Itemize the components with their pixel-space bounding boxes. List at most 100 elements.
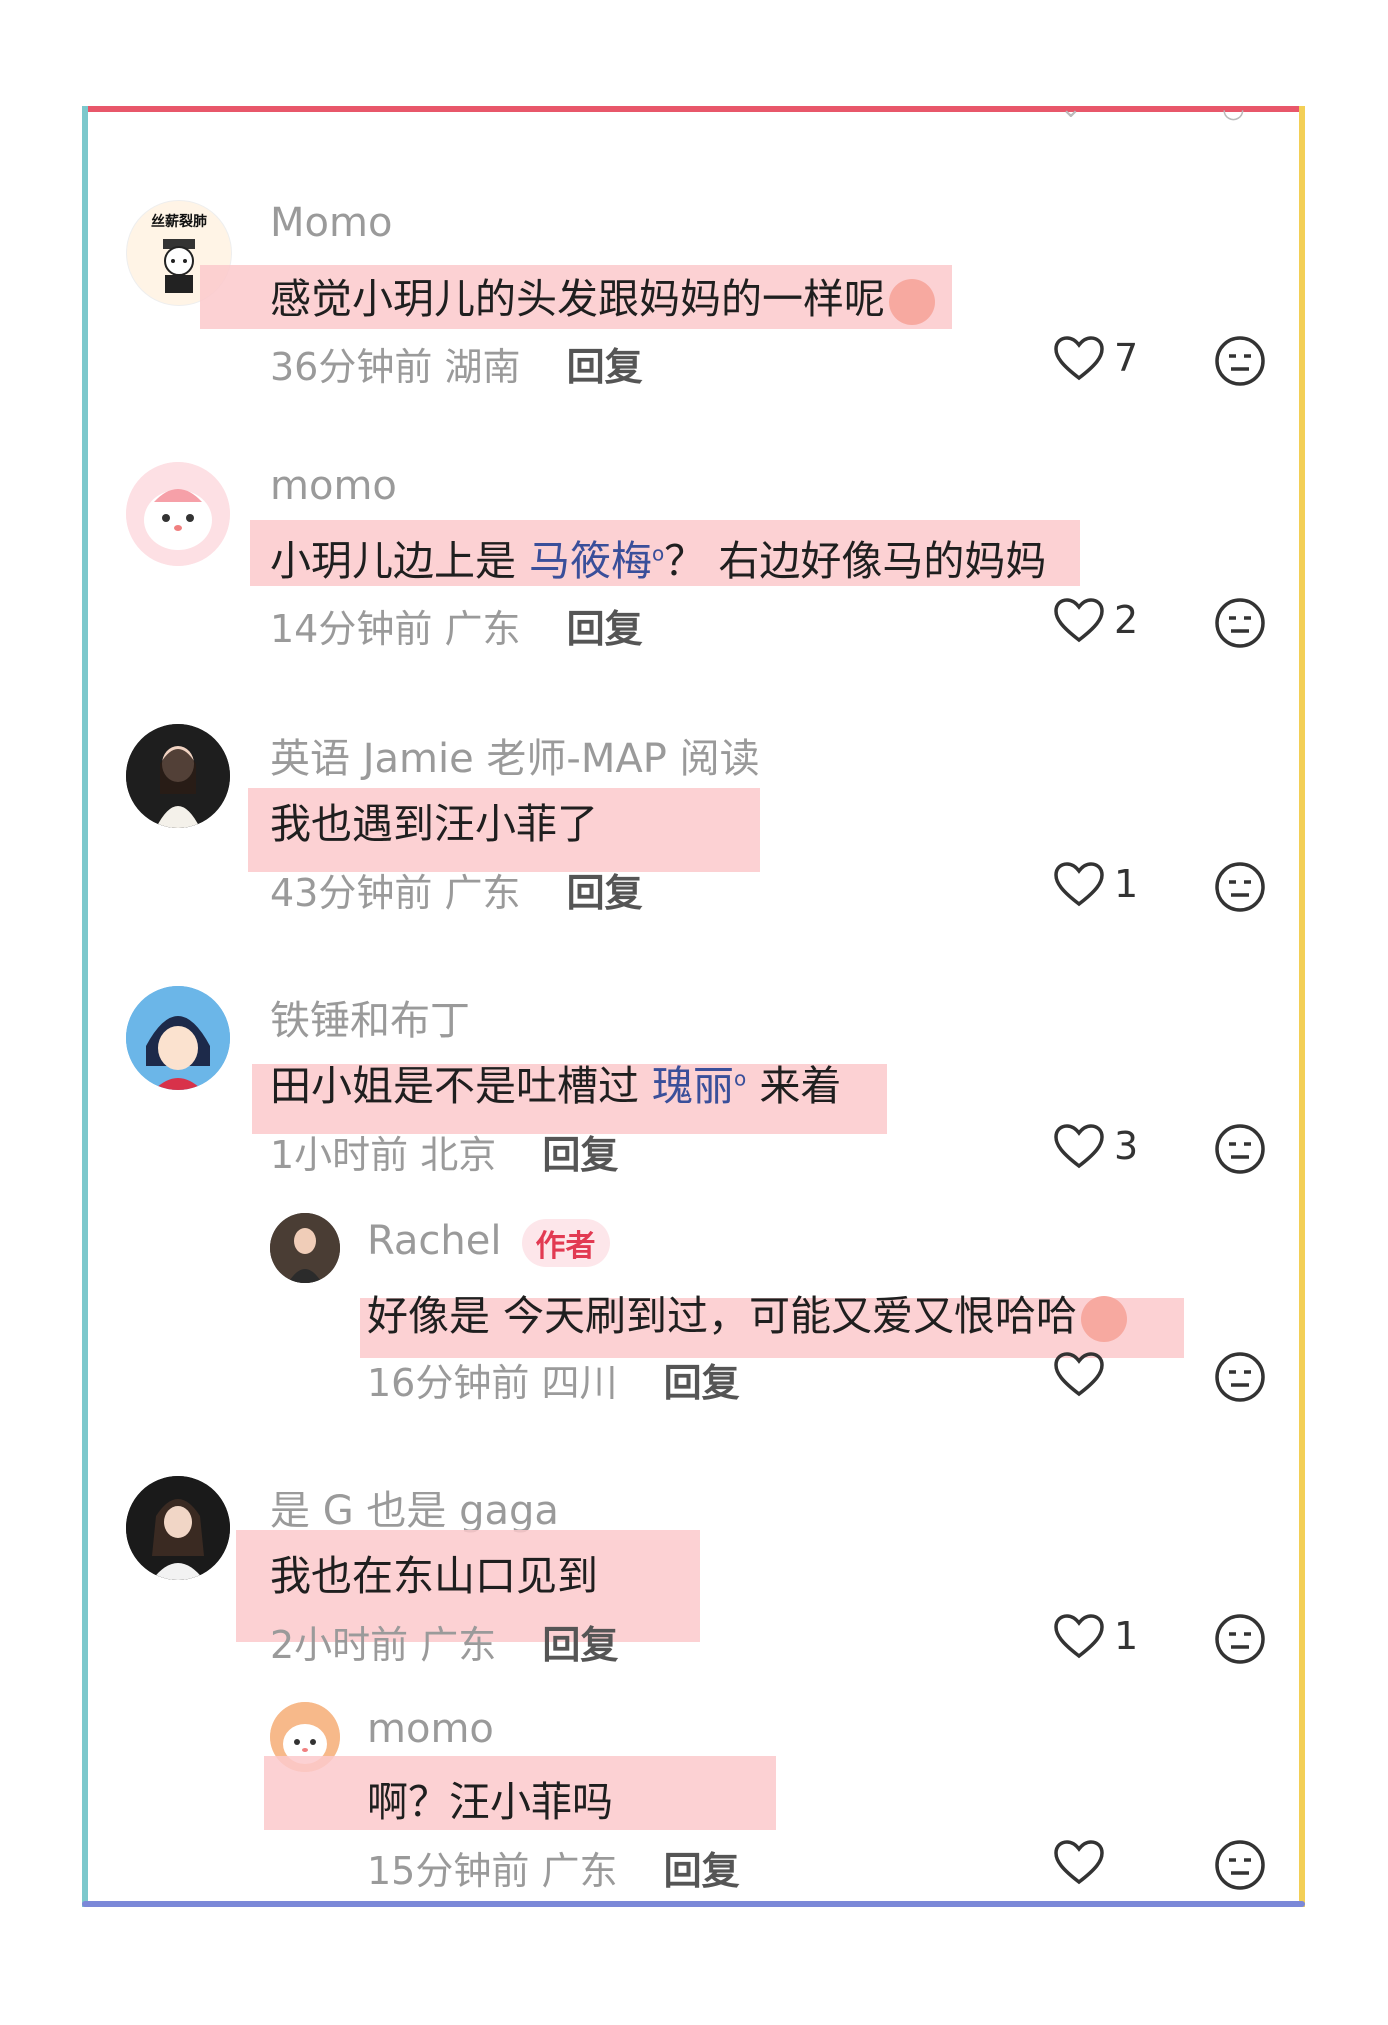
timestamp: 14分钟前 xyxy=(270,607,433,651)
username-label: Rachel xyxy=(367,1218,502,1264)
location: 广东 xyxy=(444,871,521,915)
avatar-illustration xyxy=(270,1213,340,1283)
reply-button[interactable]: 回复 xyxy=(664,1361,740,1405)
emoji-sticker xyxy=(889,279,935,325)
timestamp: 1小时前 xyxy=(270,1133,409,1177)
avatar-illustration xyxy=(126,1476,230,1580)
timestamp: 16分钟前 xyxy=(367,1361,530,1405)
username[interactable]: momo xyxy=(270,463,397,509)
heart-outline-icon xyxy=(1054,598,1104,643)
reply-button[interactable]: 回复 xyxy=(664,1849,740,1893)
comment-text-content: 我也遇到汪小菲了 xyxy=(270,800,598,848)
comment-meta: 2小时前 广东 回复 xyxy=(270,1614,618,1669)
like-count: 7 xyxy=(1114,336,1139,380)
reply-button[interactable]: 回复 xyxy=(567,871,643,915)
comment-text: 我也在东山口见到 xyxy=(270,1542,598,1602)
heart-icon-cutoff: ⌄ xyxy=(1060,94,1082,124)
timestamp: 36分钟前 xyxy=(270,345,433,389)
avatar-illustration xyxy=(126,462,230,566)
comment-text-content: 感觉小玥儿的头发跟妈妈的一样呢 xyxy=(270,275,885,323)
face-icon-cutoff: ◡ xyxy=(1222,94,1245,124)
reply-button[interactable]: 回复 xyxy=(542,1133,618,1177)
avatar[interactable] xyxy=(126,724,230,828)
location: 四川 xyxy=(541,1361,618,1405)
comment-meta: 36分钟前 湖南 回复 xyxy=(270,336,643,391)
location: 广东 xyxy=(444,607,521,651)
reply-button[interactable]: 回复 xyxy=(567,607,643,651)
frame-bottom-border xyxy=(82,1901,1305,1907)
comment-meta: 15分钟前 广东 回复 xyxy=(367,1840,740,1895)
neutral-face-icon xyxy=(1215,1124,1265,1174)
comment-meta: 43分钟前 广东 回复 xyxy=(270,862,643,917)
like-button[interactable]: 3 xyxy=(1052,1122,1138,1170)
reply-button[interactable]: 回复 xyxy=(567,345,643,389)
comment-text-content: 啊？汪小菲吗 xyxy=(367,1778,613,1826)
username[interactable]: momo xyxy=(367,1706,494,1752)
like-button[interactable] xyxy=(1052,1350,1114,1398)
username[interactable]: 是 G 也是 gaga xyxy=(270,1478,559,1536)
comment-text-content: 好像是 今天刷到过，可能又爱又恨哈哈 xyxy=(367,1292,1078,1340)
timestamp: 15分钟前 xyxy=(367,1849,530,1893)
avatar[interactable] xyxy=(270,1213,340,1283)
avatar[interactable] xyxy=(126,462,230,566)
location: 广东 xyxy=(420,1623,497,1667)
comment-text: 小玥儿边上是 马筱梅o？ 右边好像马的妈妈 xyxy=(270,527,1046,587)
location: 北京 xyxy=(420,1133,497,1177)
search-link-label: 马筱梅 xyxy=(529,537,653,585)
author-badge: 作者 xyxy=(521,1219,610,1267)
heart-outline-icon xyxy=(1054,1124,1104,1169)
username[interactable]: Momo xyxy=(270,200,392,246)
like-count: 1 xyxy=(1114,1614,1139,1658)
like-count: 3 xyxy=(1114,1124,1139,1168)
like-button[interactable]: 2 xyxy=(1052,596,1138,644)
username[interactable]: Rachel 作者 xyxy=(367,1218,610,1267)
comment-text-content: 田小姐是不是吐槽过 xyxy=(270,1062,653,1110)
avatar-illustration xyxy=(126,986,230,1090)
comment-meta: 16分钟前 四川 回复 xyxy=(367,1352,740,1407)
avatar[interactable] xyxy=(126,1476,230,1580)
frame-left-border xyxy=(82,106,88,1907)
frame-top-border xyxy=(82,106,1305,112)
like-button[interactable]: 1 xyxy=(1052,1612,1138,1660)
like-count: 1 xyxy=(1114,862,1139,906)
location: 湖南 xyxy=(444,345,521,389)
comment-meta: 14分钟前 广东 回复 xyxy=(270,598,643,653)
username[interactable]: 英语 Jamie 老师-MAP 阅读 xyxy=(270,726,760,784)
comment-meta: 1小时前 北京 回复 xyxy=(270,1124,618,1179)
heart-outline-icon xyxy=(1054,1614,1104,1659)
reply-button[interactable]: 回复 xyxy=(542,1623,618,1667)
comment-text: 感觉小玥儿的头发跟妈妈的一样呢 xyxy=(270,265,935,325)
comment-text: 啊？汪小菲吗 xyxy=(367,1768,613,1828)
like-button[interactable] xyxy=(1052,1838,1114,1886)
comment-text: 好像是 今天刷到过，可能又爱又恨哈哈 xyxy=(367,1282,1128,1342)
search-link[interactable]: 马筱梅o xyxy=(529,537,664,585)
like-button[interactable]: 1 xyxy=(1052,860,1138,908)
location: 广东 xyxy=(541,1849,618,1893)
neutral-face-icon xyxy=(1215,1352,1265,1402)
search-link-label: 瑰丽 xyxy=(652,1062,735,1110)
avatar-illustration xyxy=(126,724,230,828)
comment-text-content: 来着 xyxy=(746,1062,842,1110)
heart-outline-icon xyxy=(1054,1840,1104,1885)
comment-text-content: 小玥儿边上是 xyxy=(270,537,530,585)
heart-outline-icon xyxy=(1054,1352,1104,1397)
comment-text-content: ？ 右边好像马的妈妈 xyxy=(664,537,1047,585)
search-icon: o xyxy=(652,541,665,566)
username[interactable]: 铁锤和布丁 xyxy=(270,988,470,1046)
like-count: 2 xyxy=(1114,598,1139,642)
heart-outline-icon xyxy=(1054,336,1104,381)
neutral-face-icon xyxy=(1215,598,1265,648)
avatar[interactable] xyxy=(126,986,230,1090)
timestamp: 2小时前 xyxy=(270,1623,409,1667)
frame-right-border xyxy=(1299,106,1305,1907)
comment-text: 我也遇到汪小菲了 xyxy=(270,790,598,850)
neutral-face-icon xyxy=(1215,1614,1265,1664)
like-button[interactable]: 7 xyxy=(1052,334,1138,382)
heart-outline-icon xyxy=(1054,862,1104,907)
neutral-face-icon xyxy=(1215,1840,1265,1890)
avatar-label: 丝薪裂肺 xyxy=(151,214,207,230)
comment-text: 田小姐是不是吐槽过 瑰丽o 来着 xyxy=(270,1052,841,1112)
search-link[interactable]: 瑰丽o xyxy=(652,1062,746,1110)
neutral-face-icon xyxy=(1215,862,1265,912)
emoji-sticker xyxy=(1081,1296,1128,1342)
